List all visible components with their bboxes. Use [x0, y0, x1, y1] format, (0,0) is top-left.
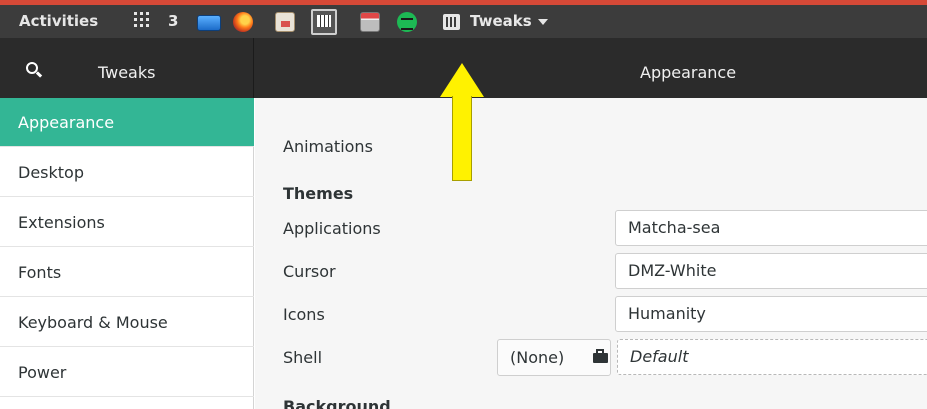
- annotation-arrow-up: [440, 63, 484, 181]
- activities-button[interactable]: Activities: [19, 12, 98, 30]
- background-heading: Background: [283, 397, 391, 409]
- cursor-theme-select[interactable]: DMZ-White: [615, 253, 927, 289]
- settings-pane: Animations Themes Applications Matcha-se…: [255, 98, 927, 409]
- folder-open-icon: [593, 349, 608, 363]
- shell-file-label: (None): [510, 348, 565, 367]
- sidebar-item-desktop[interactable]: Desktop: [0, 148, 254, 197]
- app-menu-label: Tweaks: [470, 12, 532, 30]
- applications-label: Applications: [283, 219, 381, 238]
- gnome-top-bar: Activities 3 Tweaks: [0, 5, 927, 38]
- firefox-icon[interactable]: [233, 12, 253, 32]
- cursor-label: Cursor: [283, 262, 336, 281]
- keyboard-icon[interactable]: [311, 9, 337, 35]
- sidebar-item-keyboard-mouse[interactable]: Keyboard & Mouse: [0, 298, 254, 347]
- themes-heading: Themes: [283, 184, 354, 203]
- page-title: Appearance: [640, 63, 737, 82]
- animations-label: Animations: [283, 137, 373, 156]
- applications-theme-select[interactable]: Matcha-sea: [615, 210, 927, 246]
- sidebar-item-appearance[interactable]: Appearance: [0, 98, 254, 147]
- apps-grid-icon[interactable]: [134, 12, 149, 27]
- workspace-indicator[interactable]: 3: [168, 12, 178, 30]
- shell-theme-select[interactable]: Default: [617, 339, 927, 375]
- screen-icon[interactable]: [197, 15, 221, 31]
- search-icon[interactable]: [26, 62, 43, 78]
- chevron-down-icon: [537, 18, 548, 25]
- archive-icon[interactable]: [360, 12, 380, 32]
- sidebar-title: Tweaks: [98, 63, 156, 82]
- sidebar-item-power[interactable]: Power: [0, 348, 254, 397]
- icons-theme-select[interactable]: Humanity: [615, 296, 927, 332]
- document-viewer-icon[interactable]: [275, 12, 295, 32]
- app-menu-button[interactable]: Tweaks: [470, 12, 548, 30]
- spotify-icon[interactable]: [397, 12, 417, 32]
- sidebar: Appearance Desktop Extensions Fonts Keyb…: [0, 98, 254, 409]
- header-bar-sidebar-section: Tweaks: [0, 38, 254, 98]
- sidebar-item-fonts[interactable]: Fonts: [0, 248, 254, 297]
- shell-label: Shell: [283, 348, 323, 367]
- sidebar-item-extensions[interactable]: Extensions: [0, 198, 254, 247]
- tweaks-icon[interactable]: [443, 14, 460, 30]
- shell-file-chooser-button[interactable]: (None): [497, 339, 611, 376]
- icons-label: Icons: [283, 305, 325, 324]
